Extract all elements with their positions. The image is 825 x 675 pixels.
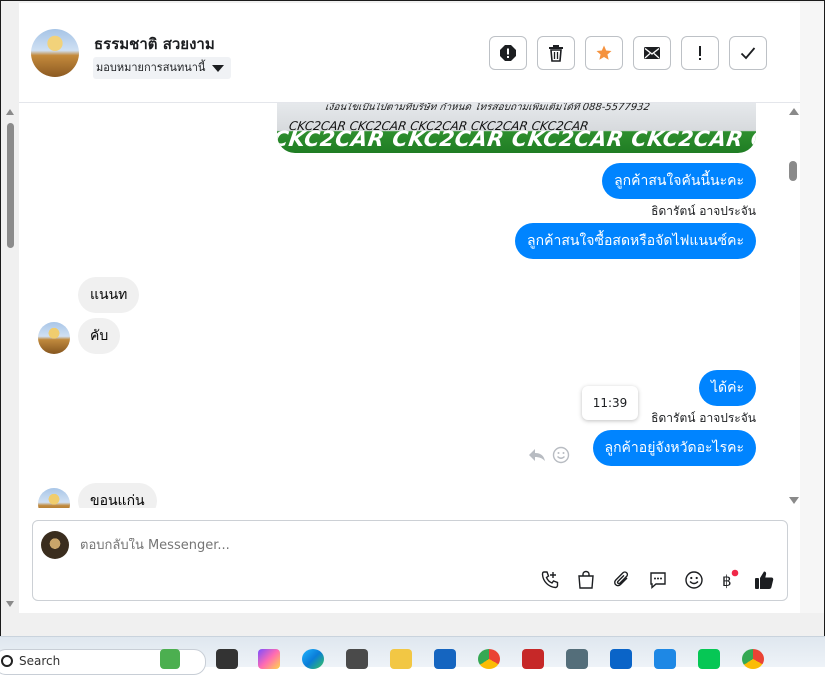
outgoing-message[interactable]: ลูกค้าสนใจซื้อสดหรือจัดไฟแนนซ์คะ xyxy=(515,223,756,259)
delete-button[interactable] xyxy=(537,36,575,70)
image-text-line: เงื่อนไขเป็นไปตามที่บริษัท กำหนด โทรสอบถ… xyxy=(324,103,651,113)
saved-reply-icon xyxy=(650,572,666,590)
trash-icon xyxy=(549,45,563,62)
incoming-message[interactable]: แนนท xyxy=(78,277,140,313)
like-icon xyxy=(755,571,774,589)
baht-icon: ฿ xyxy=(722,569,739,590)
store-icon[interactable] xyxy=(434,649,456,669)
task-view-icon[interactable] xyxy=(216,649,238,669)
scroll-up-arrow-icon[interactable] xyxy=(789,108,799,115)
emoji-icon xyxy=(685,571,703,589)
mail-icon xyxy=(644,47,660,59)
file-explorer-icon[interactable] xyxy=(390,649,412,669)
right-edge xyxy=(800,3,824,613)
emoji-button[interactable] xyxy=(683,569,705,591)
image-banner-text: CKC2CAR CKC2CAR CKC2CAR CKC2CAR CKC2 xyxy=(277,127,756,151)
message-thread: เงื่อนไขเป็นไปตามที่บริษัท กำหนด โทรสอบถ… xyxy=(19,103,800,508)
line-icon[interactable] xyxy=(698,649,720,669)
check-icon xyxy=(740,47,756,60)
widgets-icon[interactable] xyxy=(160,649,180,669)
outgoing-message[interactable]: ได้ค่ะ xyxy=(698,370,756,406)
scroll-down-arrow-icon[interactable] xyxy=(6,601,14,607)
os-taskbar: Search xyxy=(0,636,825,675)
mark-done-button[interactable] xyxy=(729,36,767,70)
window-frame: ธรรมชาติ สวยงาม มอบหมายการสนทนานี้ เงื่อ… xyxy=(0,0,825,666)
scroll-down-arrow-icon[interactable] xyxy=(789,497,799,504)
reply-input[interactable] xyxy=(80,538,480,553)
payment-button[interactable]: ฿ xyxy=(718,569,740,591)
call-button[interactable] xyxy=(539,569,561,591)
star-icon xyxy=(596,45,612,60)
caret-down-icon xyxy=(212,65,225,72)
assign-label: มอบหมายการสนทนานี้ xyxy=(96,61,206,74)
outgoing-message[interactable]: ลูกค้าสนใจคันนี้นะคะ xyxy=(602,163,756,199)
thread-scrollbar[interactable] xyxy=(786,103,800,508)
mark-unread-button[interactable] xyxy=(633,36,671,70)
sender-name: ธิดารัตน์ อาจประจัน xyxy=(651,204,756,218)
outer-scrollbar[interactable] xyxy=(1,103,19,613)
app-icon[interactable] xyxy=(522,649,544,669)
message-actions xyxy=(528,446,574,466)
contact-name[interactable]: ธรรมชาติ สวยงาม xyxy=(94,32,215,56)
search-icon xyxy=(1,655,13,667)
shop-icon xyxy=(578,570,594,589)
saved-replies-button[interactable] xyxy=(647,569,669,591)
contact-avatar-small xyxy=(38,488,70,508)
scroll-up-arrow-icon[interactable] xyxy=(6,109,14,115)
attachment-icon xyxy=(614,571,629,587)
notepad-icon[interactable] xyxy=(654,649,676,669)
call-icon xyxy=(541,571,559,589)
conversation-panel: ธรรมชาติ สวยงาม มอบหมายการสนทนานี้ เงื่อ… xyxy=(19,3,800,613)
page-avatar xyxy=(41,531,69,559)
react-emoji-icon[interactable] xyxy=(552,446,570,464)
reply-icon[interactable] xyxy=(528,447,546,463)
incoming-message[interactable]: คับ xyxy=(78,318,121,354)
calculator-icon[interactable] xyxy=(566,649,588,669)
mark-spam-button[interactable] xyxy=(489,36,527,70)
sender-name: ธิดารัตน์ อาจประจัน xyxy=(651,411,756,425)
contact-avatar[interactable] xyxy=(31,29,79,77)
incoming-message[interactable]: ขอนแก่น xyxy=(78,483,157,508)
copilot-icon[interactable] xyxy=(258,649,280,669)
contact-avatar-small xyxy=(38,322,70,354)
follow-up-button[interactable] xyxy=(681,36,719,70)
scroll-thumb[interactable] xyxy=(789,161,797,181)
timestamp-tooltip: 11:39 xyxy=(582,386,638,420)
shop-button[interactable] xyxy=(575,569,597,591)
chrome-profile-icon[interactable] xyxy=(742,649,764,669)
outlook-icon[interactable] xyxy=(610,649,632,669)
reply-composer: ฿ xyxy=(32,520,788,601)
svg-text:฿: ฿ xyxy=(722,572,732,590)
star-button[interactable] xyxy=(585,36,623,70)
outgoing-message[interactable]: ลูกค้าอยู่จังหวัดอะไรคะ xyxy=(592,430,756,466)
image-message[interactable]: เงื่อนไขเป็นไปตามที่บริษัท กำหนด โทรสอบถ… xyxy=(277,103,756,153)
attach-button[interactable] xyxy=(611,569,633,591)
assign-conversation-dropdown[interactable]: มอบหมายการสนทนานี้ xyxy=(93,57,232,79)
conversation-header: ธรรมชาติ สวยงาม มอบหมายการสนทนานี้ xyxy=(19,3,800,103)
scroll-thumb[interactable] xyxy=(7,123,14,248)
chrome-icon[interactable] xyxy=(478,649,500,669)
exclamation-icon xyxy=(699,46,701,60)
like-button[interactable] xyxy=(753,569,775,591)
camera-icon[interactable] xyxy=(346,649,368,669)
spam-icon xyxy=(500,45,516,61)
edge-icon[interactable] xyxy=(302,649,324,669)
